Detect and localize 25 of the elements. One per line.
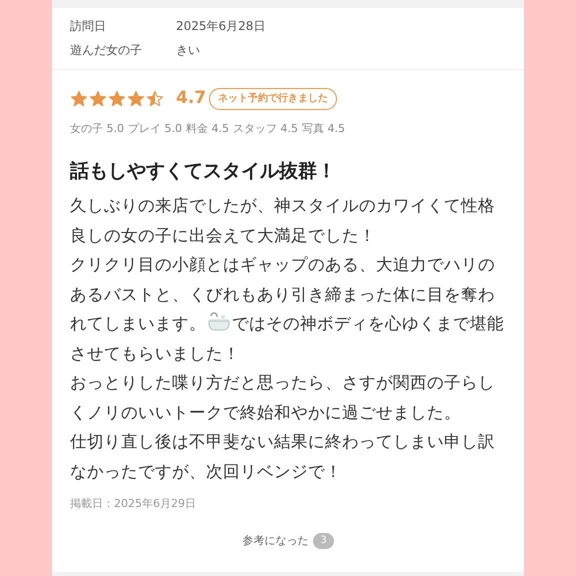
info-value: きい bbox=[176, 42, 200, 59]
sub-score: プレイ 5.0 bbox=[128, 120, 182, 136]
review-paragraph: クリクリ目の小顔とはギャップのある、大迫力でハリのあるバストと、くびれもあり引き締まった体に目を奪われてしまいます。 ではその神ボディを心ゆくまで堪能させてもらいました！ bbox=[70, 254, 505, 364]
helpful-label: 参考になった bbox=[242, 532, 308, 548]
reservation-badge: ネット予約で行きました bbox=[209, 88, 338, 110]
sub-score: 料金 4.5 bbox=[186, 120, 229, 136]
sub-score: スタッフ 4.5 bbox=[233, 120, 298, 136]
review-paragraph: おっとりした喋り方だと思ったら、さすが関西の子らしくノリのいいトークで終始和やかに過ごせました。 bbox=[70, 372, 496, 424]
star-icon bbox=[70, 90, 88, 108]
posted-date: 掲載日：2025年6月29日 bbox=[70, 496, 197, 512]
star-icon bbox=[89, 90, 107, 108]
info-label: 遊んだ女の子 bbox=[70, 42, 143, 59]
sub-score: 女の子 5.0 bbox=[70, 120, 124, 136]
sub-score: 写真 4.5 bbox=[302, 120, 345, 136]
review-paragraph: 仕切り直し後は不甲斐ない結果に終わってしまい申し訳なかったですが、次回リベンジで！ bbox=[70, 431, 496, 482]
star-icon bbox=[146, 90, 164, 108]
rating-score: 4.7 bbox=[176, 87, 206, 110]
bathtub-icon bbox=[208, 312, 230, 332]
star-icon bbox=[127, 90, 145, 108]
helpful-count[interactable]: 3 bbox=[313, 532, 334, 549]
review-paragraph: 久しぶりの来店でしたが、神スタイルのカワイくて性格良しの女の子に出会えて大満足でした！ bbox=[70, 195, 496, 246]
star-icon bbox=[108, 90, 126, 108]
info-label: 訪問日 bbox=[70, 18, 107, 35]
info-value: 2025年6月28日 bbox=[176, 18, 266, 35]
review-title: 話もしやすくてスタイル抜群！ bbox=[70, 159, 337, 184]
